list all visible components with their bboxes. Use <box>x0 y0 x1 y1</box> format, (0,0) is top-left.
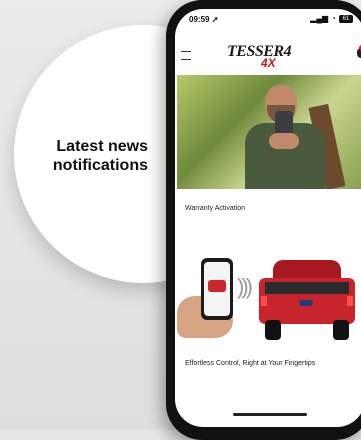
status-time: 09:59 ➚ <box>189 15 218 24</box>
person-hand <box>269 133 299 149</box>
wheel-left <box>265 320 281 340</box>
app-header: TESSER4 4X <box>175 31 361 78</box>
logo-main: TESSER4 <box>227 43 292 60</box>
remote-truck-thumbnail <box>208 280 226 292</box>
person-illustration <box>235 85 325 189</box>
battery-icon: 61 <box>339 14 353 23</box>
news-image-truck-remote: ))) <box>177 256 361 351</box>
wheel-right <box>333 320 349 340</box>
news-title: Effortless Control, Right at Your Finger… <box>185 360 316 367</box>
status-bar: 09:59 ➚ ▂▄▆ ◔ 61 <box>175 9 361 31</box>
truck-cab <box>273 260 341 280</box>
signal-waves-icon: ))) <box>237 274 253 299</box>
callout-line-1: Latest news <box>56 138 148 155</box>
news-image-man-with-phone <box>177 75 361 189</box>
logo-sub: 4X <box>261 56 276 70</box>
home-indicator <box>233 413 307 416</box>
callout-text: Latest news notifications <box>28 137 148 175</box>
pickup-truck <box>259 260 355 342</box>
phone-screen: 09:59 ➚ ▂▄▆ ◔ 61 TESSER4 4X Warranty Act… <box>175 9 361 427</box>
menu-icon[interactable] <box>181 51 191 60</box>
location-arrow-icon: ➚ <box>211 15 219 24</box>
news-title: Warranty Activation <box>185 205 246 212</box>
callout-line-2: notifications <box>52 157 148 174</box>
tail-light-right <box>347 296 353 306</box>
truck-badge <box>299 300 313 306</box>
tail-light-left <box>261 296 267 306</box>
wifi-icon: ◔ <box>331 14 336 23</box>
status-icons: ▂▄▆ ◔ 61 <box>310 14 353 23</box>
brand-logo: TESSER4 4X <box>227 43 307 73</box>
time-text: 09:59 <box>189 15 210 24</box>
tonneau-cover <box>265 282 349 294</box>
signal-icon: ▂▄▆ <box>310 14 329 23</box>
